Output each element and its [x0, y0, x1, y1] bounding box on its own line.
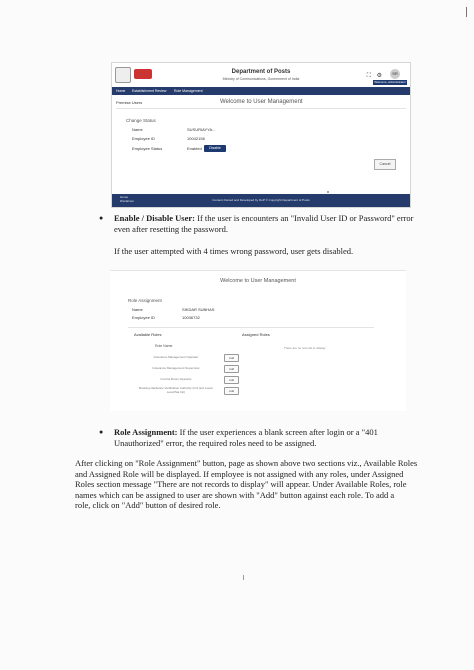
bullet-icon: ● [99, 214, 104, 222]
name-value: SUSURIAYYA... [187, 127, 216, 132]
explanation-line: After clicking on "Role Assignment" butt… [75, 458, 418, 468]
add-role-button[interactable]: Add [224, 354, 239, 362]
employee-id-label: Employee ID [132, 136, 155, 141]
available-roles-header: Available Roles [134, 332, 162, 337]
screenshot-role-assignment: Welcome to User Management Role Assignme… [110, 270, 406, 411]
footer-copyright: Content Owned and Developed by DoP © Cop… [212, 198, 310, 202]
enable-disable-text: If the user is encounters an "Invalid Us… [195, 213, 414, 223]
nav-item-establishment-review[interactable]: Establishment Review [132, 87, 166, 95]
assigned-roles-header: Assigned Roles [242, 332, 270, 337]
employee-id-value: 10042156 [187, 136, 205, 141]
add-role-button[interactable]: Add [224, 365, 239, 373]
enable-disable-text-2: even after resetting the password. [114, 224, 228, 234]
bullet-icon: ● [99, 428, 104, 436]
scan-dot [327, 191, 329, 193]
name-label: Name [132, 307, 143, 312]
role-item: Grievance Management Operator [153, 355, 199, 359]
dept-title: Department of Posts [231, 69, 291, 75]
employee-id-label: Employee ID [132, 315, 155, 320]
enable-disable-paragraph: Enable / Disable User: If the user is en… [114, 213, 444, 224]
role-assignment-paragraph: Role Assignment: If the user experiences… [114, 427, 444, 438]
role-assignment-text-2: Unauthorized" error, the required roles … [114, 438, 317, 448]
cancel-button[interactable]: Cancel [374, 159, 396, 170]
employee-status-value: Enabled [187, 146, 202, 151]
dept-subtitle: Ministry of Communications, Government o… [222, 77, 300, 81]
name-label: Name [132, 127, 143, 132]
screenshot-user-status: Department of Posts Ministry of Communic… [111, 62, 411, 208]
footer: Home Disclaimer Content Owned and Develo… [112, 194, 410, 207]
scan-mark [243, 575, 244, 580]
role-name-header: Role Name [155, 344, 173, 348]
nav-item-home[interactable]: Home [116, 87, 125, 95]
roles-table: Available Roles Assigned Roles There are… [128, 327, 374, 412]
user-bar: Welcome, Administrator [373, 80, 407, 85]
explanation-line: names which can be assigned to user are … [75, 489, 395, 500]
role-item: Control Room Operator [160, 377, 192, 381]
role-assignment-bullet-heading: Role Assignment: [114, 427, 178, 437]
welcome-heading: Welcome to User Management [220, 99, 303, 105]
role-assignment-heading: Role Assignment [128, 298, 162, 303]
disable-button[interactable]: Disable [204, 145, 226, 152]
nav-item-role-management[interactable]: Role Management [174, 87, 203, 95]
change-status-heading: Change Status [126, 118, 156, 123]
name-value: SIKDAR SUBHAS [182, 307, 215, 312]
explanation-line: Roles section message "There are not rec… [75, 479, 407, 489]
add-role-button[interactable]: Add [224, 387, 239, 395]
header-icons[interactable]: ⛶ ⚙ [367, 72, 384, 80]
employee-status-label: Employee Status [132, 146, 163, 151]
divider [116, 108, 406, 109]
scan-mark [466, 7, 467, 17]
welcome-heading: Welcome to User Management [220, 278, 296, 284]
role-assignment-explanation: After clicking on "Role Assignment" butt… [75, 458, 418, 511]
avatar[interactable]: SR [390, 69, 400, 79]
add-role-button[interactable]: Add [224, 376, 239, 384]
role-item: Booking Hardware Verification Authority … [138, 386, 214, 394]
explanation-line: and Assigned Role will be displayed. If … [75, 468, 404, 479]
nav-bar: Home Establishment Review Role Managemen… [112, 87, 410, 95]
sidebar-label[interactable]: Premise Users [116, 100, 142, 105]
no-records-message: There are no records to display [284, 346, 326, 350]
role-assignment-text: If the user experiences a blank screen a… [177, 427, 378, 437]
role-item: Grievance Management Supervisor [152, 366, 200, 370]
disabled-note: If the user attempted with 4 times wrong… [114, 246, 354, 256]
employee-id-value: 10036732 [182, 315, 200, 320]
explanation-line: role, click on "Add" button of desired r… [75, 500, 221, 510]
enable-disable-heading: Enable / Disable User: [114, 213, 195, 223]
